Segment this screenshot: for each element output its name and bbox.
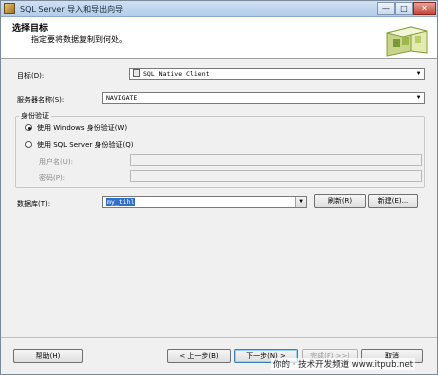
server-name-label: 服务器名称(S): [17,96,65,104]
database-combobox[interactable]: my_tihl ▼ [102,196,307,208]
refresh-button[interactable]: 刷新(R) [314,194,366,208]
close-button[interactable]: ✕ [413,2,436,15]
data-source-icon [133,69,140,77]
database-export-graphic [386,26,428,57]
authentication-group-label: 身份验证 [19,111,51,121]
windows-auth-label[interactable]: 使用 Windows 身份验证(W) [37,123,127,133]
footer-divider [1,337,437,338]
new-database-button[interactable]: 新建(E)... [368,194,418,208]
wizard-window: SQL Server 导入和导出向导 — □ ✕ 选择目标 指定要将数据复制到何… [0,0,438,375]
username-label: 用户名(U): [39,158,73,166]
database-value: my_tihl [106,198,136,206]
site-watermark: 你的 · 技术开发频道 www.itpub.net [271,358,416,370]
sql-auth-radio[interactable] [25,141,32,148]
sql-server-app-icon [4,3,15,14]
destination-combobox[interactable]: SQL Native Client ▼ [129,68,425,80]
password-input[interactable] [130,170,422,182]
windows-auth-radio[interactable] [25,124,32,131]
server-name-combobox[interactable]: NAVIGATE ▼ [102,92,425,104]
username-input[interactable] [130,154,422,166]
maximize-button[interactable]: □ [395,2,413,15]
minimize-button[interactable]: — [377,2,395,15]
destination-value: SQL Native Client [143,70,210,78]
chevron-down-icon[interactable]: ▼ [295,197,306,207]
chevron-down-icon[interactable]: ▼ [413,69,424,79]
wizard-header: 选择目标 指定要将数据复制到何处。 [1,17,437,59]
title-bar: SQL Server 导入和导出向导 — □ ✕ [1,1,437,17]
destination-label: 目标(D): [17,72,45,80]
window-title: SQL Server 导入和导出向导 [20,5,124,14]
help-button[interactable]: 帮助(H) [13,349,83,363]
server-name-value: NAVIGATE [106,94,138,102]
database-label: 数据库(T): [17,200,51,208]
page-title: 选择目标 [12,24,49,34]
password-label: 密码(P): [39,174,66,182]
chevron-down-icon[interactable]: ▼ [413,93,424,103]
back-button[interactable]: < 上一步(B) [167,349,231,363]
sql-auth-label[interactable]: 使用 SQL Server 身份验证(Q) [37,140,133,150]
page-subtitle: 指定要将数据复制到何处。 [31,35,127,44]
